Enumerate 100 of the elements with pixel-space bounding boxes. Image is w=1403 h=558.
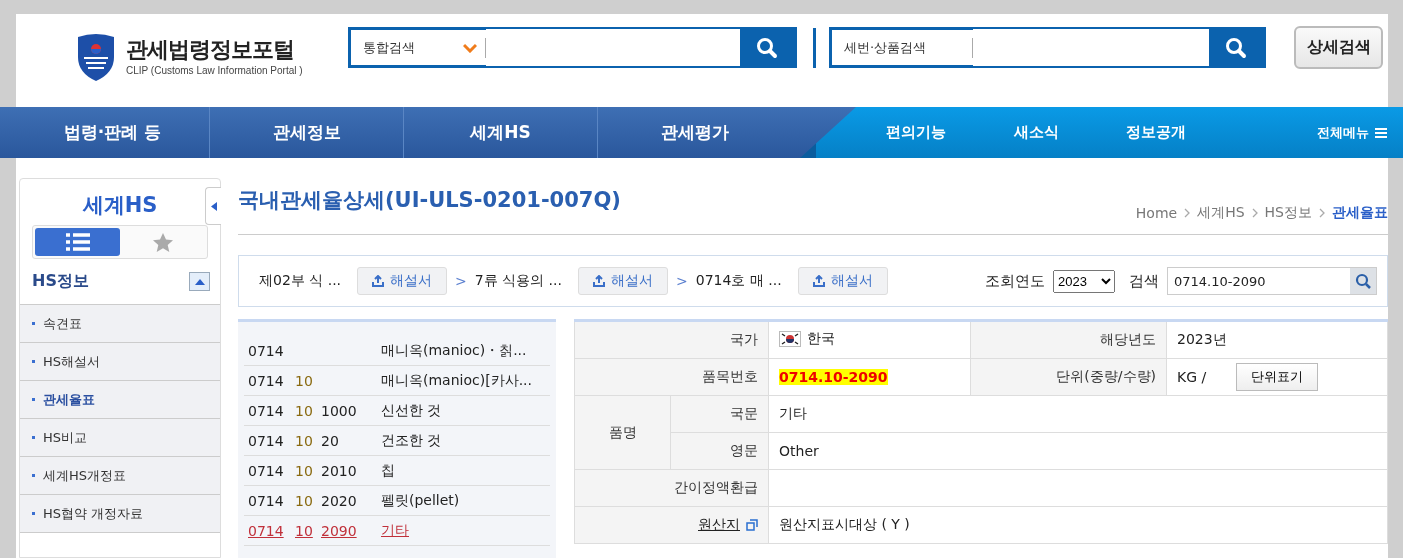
item-code[interactable]: 2010	[321, 462, 357, 479]
sub-menu-item[interactable]: 정보공개	[1096, 123, 1216, 142]
subheading-code[interactable]: 10	[295, 492, 313, 509]
triangle-left-icon	[210, 201, 217, 211]
chevron-down-icon	[463, 42, 477, 53]
origin-link[interactable]: 원산지	[698, 516, 740, 534]
path-label: 7류 식용의 ...	[474, 272, 562, 290]
menu-icon	[1375, 127, 1387, 138]
table-cell: KG /	[1177, 369, 1207, 385]
breadcrumb-link[interactable]: Home	[1135, 205, 1178, 221]
subheading-code[interactable]: 10	[295, 522, 313, 539]
table-header-cell: 품명	[574, 395, 671, 470]
heading-code[interactable]: 0714	[244, 432, 295, 449]
page-title: 국내관세율상세(UI-ULS-0201-007Q)	[238, 187, 621, 214]
code-row[interactable]: 0714 10 2020 펠릿(pellet)	[244, 486, 550, 516]
item-name[interactable]: 신선한 것	[381, 401, 550, 420]
integrated-search-field[interactable]: 통합검색	[348, 27, 797, 68]
code-row[interactable]: 0714 10 20 건조한 것	[244, 426, 550, 456]
search-scope-select[interactable]: 통합검색	[351, 38, 463, 57]
search-button[interactable]	[1209, 30, 1263, 65]
item-name[interactable]: 매니옥(manioc)・칡...	[381, 341, 550, 360]
triangle-up-icon	[194, 278, 205, 285]
path-separator: >	[676, 273, 688, 289]
breadcrumb-link[interactable]: 관세율표	[1332, 204, 1388, 222]
commentary-button[interactable]: 해설서	[357, 267, 448, 295]
heading-code[interactable]: 0714	[244, 522, 295, 539]
code-row[interactable]: 0714 매니옥(manioc)・칡...	[244, 336, 550, 366]
all-menu-button[interactable]: 전체메뉴	[1317, 123, 1387, 142]
upload-icon	[812, 275, 825, 287]
commentary-button[interactable]: 해설서	[797, 267, 888, 295]
unit-button[interactable]: 단위표기	[1236, 363, 1319, 391]
year-select[interactable]: 2023	[1053, 269, 1115, 293]
commentary-button[interactable]: 해설서	[578, 267, 668, 295]
search-icon	[756, 36, 778, 59]
year-label: 조회연도	[985, 271, 1045, 291]
code-search-input[interactable]: 0714.10-2090	[1167, 267, 1377, 295]
table-header-cell: 영문	[670, 432, 769, 470]
table-cell: Other	[768, 432, 1388, 470]
table-header-cell: 간이정액환급	[574, 469, 769, 507]
subheading-code[interactable]: 10	[295, 462, 313, 479]
item-code[interactable]: 1000	[321, 402, 357, 419]
sidebar-menu-item[interactable]: 관세율표	[43, 390, 95, 409]
code-row[interactable]: 0714 10 매니옥(manioc)[카사...	[244, 366, 550, 396]
subheading-code[interactable]: 10	[295, 432, 313, 449]
search-icon	[1225, 36, 1247, 59]
item-name[interactable]: 매니옥(manioc)[카사...	[381, 371, 550, 390]
path-label: 0714호 매 ...	[695, 272, 782, 290]
highlighted-code: 0714.10-2090	[779, 369, 888, 385]
code-row[interactable]: 0714 10 2090 기타	[244, 516, 550, 546]
sidebar-menu-item[interactable]: 속견표	[43, 314, 82, 333]
code-row[interactable]: 0714 10 1000 신선한 것	[244, 396, 550, 426]
subheading-code[interactable]: 10	[295, 372, 313, 389]
heading-code[interactable]: 0714	[244, 342, 295, 359]
item-name[interactable]: 칩	[381, 461, 550, 480]
heading-code[interactable]: 0714	[244, 402, 295, 419]
code-row[interactable]: 0714 10 2010 칩	[244, 456, 550, 486]
star-icon	[152, 232, 173, 252]
sub-menu-item[interactable]: 새소식	[976, 123, 1096, 142]
section-title: HS정보	[32, 271, 89, 292]
chevron-right-icon	[1319, 208, 1325, 218]
search-label: 검색	[1129, 271, 1159, 291]
heading-code[interactable]: 0714	[244, 492, 295, 509]
main-menu-item[interactable]: 관세평가	[598, 107, 791, 158]
table-header-cell: 국가	[574, 320, 769, 359]
code-search-field[interactable]: 세번·상품검색	[829, 27, 1266, 68]
list-icon	[65, 233, 90, 251]
chevron-right-icon	[1251, 208, 1258, 218]
section-toggle-button[interactable]	[189, 272, 210, 291]
table-cell: 원산지표시대상 ( Y )	[768, 506, 1388, 544]
heading-code[interactable]: 0714	[244, 462, 295, 479]
heading-code[interactable]: 0714	[244, 372, 295, 389]
sidebar-menu-item[interactable]: HS해설서	[43, 352, 101, 371]
detail-search-button[interactable]: 상세검색	[1294, 26, 1383, 69]
breadcrumb-link[interactable]: HS정보	[1264, 204, 1312, 222]
sidebar-collapse-button[interactable]	[205, 187, 221, 225]
table-header-cell: 단위(중량/수량)	[970, 358, 1167, 396]
path-separator: >	[455, 273, 467, 289]
table-header-cell: 품목번호	[574, 358, 769, 396]
item-code[interactable]: 2020	[321, 492, 357, 509]
search-icon	[1355, 273, 1371, 289]
breadcrumb-link[interactable]: 세계HS	[1197, 204, 1245, 222]
subheading-code[interactable]: 10	[295, 402, 313, 419]
item-code[interactable]: 20	[321, 432, 339, 449]
table-cell: 한국	[807, 330, 835, 348]
table-header-cell: 국문	[670, 395, 769, 433]
code-search-label: 세번·상품검색	[843, 38, 928, 57]
flag-icon	[779, 331, 801, 347]
sidebar-menu-item[interactable]: HS비교	[43, 428, 88, 447]
search-button[interactable]	[1350, 268, 1376, 294]
item-name[interactable]: 기타	[381, 521, 550, 540]
item-code[interactable]: 2090	[321, 522, 357, 539]
sub-menu-item[interactable]: 편의기능	[856, 123, 976, 142]
item-name[interactable]: 펠릿(pellet)	[381, 491, 550, 510]
table-header-cell: 해당년도	[970, 320, 1167, 359]
item-name[interactable]: 건조한 것	[381, 431, 550, 450]
search-button[interactable]	[740, 30, 794, 65]
list-view-button[interactable]	[35, 228, 120, 256]
portal-title[interactable]: 관세법령정보포털	[126, 35, 303, 65]
external-window-icon	[746, 519, 758, 531]
path-label: 제02부 식 ...	[259, 272, 342, 290]
